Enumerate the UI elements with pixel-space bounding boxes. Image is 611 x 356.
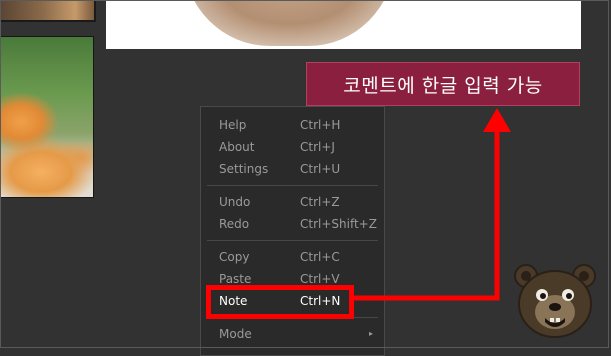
menu-item-label: Copy: [219, 250, 250, 264]
menu-item-copy[interactable]: Copy Ctrl+C: [201, 246, 384, 268]
menu-item-label: Help: [219, 118, 247, 132]
note-highlight-box: [206, 285, 354, 319]
menu-item-label: Settings: [219, 162, 269, 176]
main-photo: [106, 0, 581, 49]
menu-item-about[interactable]: About Ctrl+J: [201, 136, 384, 158]
menu-item-shortcut: Ctrl+Z: [300, 195, 340, 209]
menu-item-shortcut: Ctrl+Shift+Z: [300, 217, 377, 231]
thumbnail-image-1[interactable]: [0, 0, 96, 22]
menu-item-shortcut: Ctrl+H: [300, 118, 341, 132]
annotation-arrowhead: [483, 108, 511, 132]
submenu-arrow-icon: ▸: [368, 329, 373, 338]
menu-separator: [207, 185, 378, 186]
menu-item-shortcut: Ctrl+C: [300, 250, 340, 264]
cat-fur-region: [184, 0, 394, 46]
menu-separator: [207, 240, 378, 241]
menu-item-label: Redo: [219, 217, 250, 231]
thumbnail-cat-image[interactable]: [0, 36, 94, 198]
menu-item-undo[interactable]: Undo Ctrl+Z: [201, 191, 384, 213]
menu-item-shortcut: Ctrl+J: [300, 140, 335, 154]
comment-box[interactable]: 코멘트에 한글 입력 가능: [306, 62, 580, 106]
comment-text: 코멘트에 한글 입력 가능: [343, 74, 543, 97]
menu-item-settings[interactable]: Settings Ctrl+U: [201, 158, 384, 180]
menu-item-label: Undo: [219, 195, 251, 209]
menu-item-mode[interactable]: Mode ▸: [201, 323, 384, 345]
menu-item-help[interactable]: Help Ctrl+H: [201, 114, 384, 136]
menu-item-redo[interactable]: Redo Ctrl+Shift+Z: [201, 213, 384, 235]
menu-item-shortcut: Ctrl+U: [300, 162, 341, 176]
menu-item-label: Mode: [219, 327, 252, 341]
bear-mascot-icon: [514, 264, 596, 338]
menu-item-label: About: [219, 140, 255, 154]
